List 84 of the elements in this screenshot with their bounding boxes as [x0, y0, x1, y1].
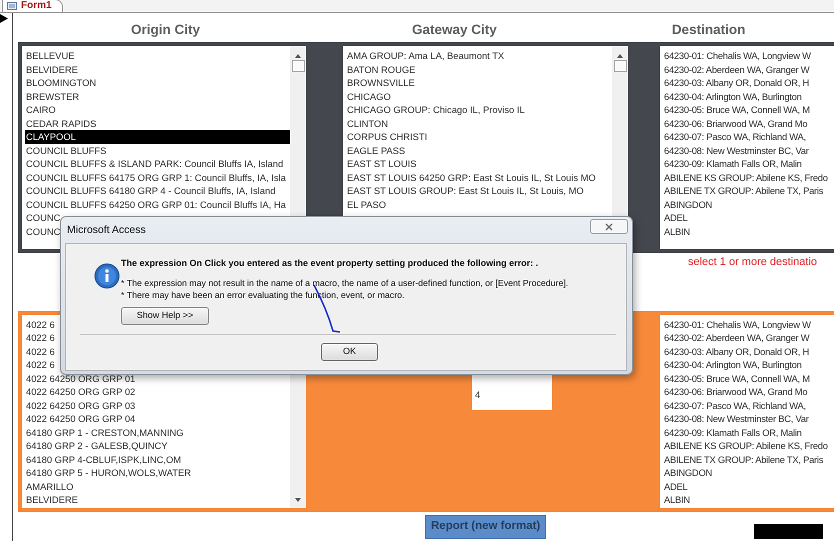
list-item[interactable]: 64230-05: Bruce WA, Connell WA, M — [663, 372, 834, 385]
dark-panel — [754, 524, 824, 538]
list-item[interactable]: BLOOMINGTON — [25, 76, 290, 90]
list-item[interactable]: 64230-09: Klamath Falls OR, Malin — [663, 157, 834, 170]
list-item[interactable]: 64230-07: Pasco WA, Richland WA, — [663, 398, 834, 412]
form-tab[interactable]: Form1 — [2, 0, 63, 12]
list-item[interactable]: CORPUS CHRISTI — [346, 130, 612, 144]
list-item[interactable]: ABILENE KS GROUP: Abilene KS, Fredo — [663, 170, 834, 184]
ok-button[interactable]: OK — [321, 343, 378, 361]
form-icon — [7, 2, 17, 10]
list-item[interactable]: 64230-06: Briarwood WA, Grand Mo — [663, 116, 834, 130]
list-item[interactable]: 4022 64250 ORG GRP 02 — [25, 385, 290, 398]
scroll-down-icon — [295, 498, 301, 502]
list-item[interactable]: CHICAGO — [346, 90, 612, 103]
list-item[interactable]: 64180 GRP 5 - HURON,WOLS,WATER — [25, 466, 290, 480]
list-item[interactable]: 64230-01: Chehalis WA, Longview W — [663, 318, 834, 331]
list-item[interactable]: EL PASO — [346, 198, 612, 211]
list-item[interactable]: ABINGDON — [663, 466, 834, 480]
list-item[interactable]: 64230-08: New Westminster BC, Var — [663, 412, 834, 426]
list-item[interactable]: ADEL — [663, 480, 834, 493]
list-item[interactable]: COUNCIL BLUFFS — [25, 144, 290, 157]
list-item[interactable]: AMA GROUP: Ama LA, Beaumont TX — [346, 49, 612, 62]
scroll-up-icon — [295, 54, 301, 58]
list-item[interactable]: 64230-05: Bruce WA, Connell WA, M — [663, 103, 834, 116]
error-message: The expression On Click you entered as the event property setting produced the following error: . — [121, 257, 538, 270]
list-item[interactable]: ADEL — [663, 211, 834, 224]
list-item[interactable]: 64230-04: Arlington WA, Burlington — [663, 358, 834, 372]
list-item[interactable]: BROWNSVILLE — [346, 76, 612, 90]
dialog-title: Microsoft Access — [67, 223, 146, 238]
list-item[interactable]: ABILENE TX GROUP: Abilene TX, Paris — [663, 452, 834, 466]
scrollbar-thumb[interactable] — [614, 60, 626, 72]
number-text: 4 — [475, 388, 482, 402]
list-item[interactable]: COUNCIL BLUFFS 64180 GRP 4 - Council Bluffs, IA, Island — [25, 184, 290, 198]
record-selector-icon — [0, 14, 8, 23]
info-icon — [94, 263, 120, 289]
list-item[interactable]: COUNCIL BLUFFS 64250 ORG GRP 01: Council Bluffs IA, Ha — [25, 198, 290, 211]
list-item[interactable]: 64180 GRP 4-CBLUF,ISPK,LINC,OM — [25, 452, 290, 466]
show-help-button[interactable]: Show Help >> — [121, 307, 209, 325]
list-item[interactable]: EAGLE PASS — [346, 144, 612, 157]
list-item[interactable]: 64230-02: Aberdeen WA, Granger W — [663, 331, 834, 344]
list-item[interactable]: 4022 64250 ORG GRP 04 — [25, 412, 290, 426]
list-item[interactable]: COUNCIL BLUFFS 64175 ORG GRP 1: Council Bluffs, IA, Isla — [25, 170, 290, 184]
list-item[interactable]: 64230-04: Arlington WA, Burlington — [663, 90, 834, 103]
list-item[interactable]: 64230-03: Albany OR, Donald OR, H — [663, 76, 834, 90]
scrollbar-thumb[interactable] — [292, 60, 304, 72]
list-item[interactable]: ALBIN — [663, 493, 834, 506]
list-item[interactable]: CEDAR RAPIDS — [25, 116, 290, 130]
list-item[interactable]: ALBIN — [663, 224, 834, 238]
scroll-up-icon — [617, 54, 623, 58]
list-item[interactable]: BELLEVUE — [25, 49, 290, 62]
list-item[interactable]: 64230-03: Albany OR, Donald OR, H — [663, 344, 834, 358]
list-item[interactable]: BELVIDERE — [25, 493, 290, 506]
close-button[interactable] — [590, 219, 628, 234]
list-item[interactable]: CLINTON — [346, 116, 612, 130]
list-item[interactable]: 64230-01: Chehalis WA, Longview W — [663, 49, 834, 62]
list-item[interactable]: CHICAGO GROUP: Chicago IL, Proviso IL — [346, 103, 612, 116]
list-item[interactable]: CAIRO — [25, 103, 290, 116]
list-item[interactable]: 64230-07: Pasco WA, Richland WA, — [663, 130, 834, 144]
list-item[interactable]: CLAYPOOL — [25, 130, 290, 144]
list-item[interactable]: BREWSTER — [25, 90, 290, 103]
list-item[interactable]: ABINGDON — [663, 198, 834, 211]
list-item[interactable]: 64230-02: Aberdeen WA, Granger W — [663, 62, 834, 76]
list-item[interactable]: 4022 64250 ORG GRP 03 — [25, 398, 290, 412]
hint-text: select 1 or more destinatio — [688, 255, 818, 270]
list-item[interactable]: COUNCIL BLUFFS & ISLAND PARK: Council Bluffs IA, Island — [25, 157, 290, 170]
list-item[interactable]: 64230-08: New Westminster BC, Var — [663, 144, 834, 157]
list-item[interactable]: 64230-09: Klamath Falls OR, Malin — [663, 426, 834, 439]
list-item[interactable]: ABILENE TX GROUP: Abilene TX, Paris — [663, 184, 834, 198]
column-header: Origin City — [131, 20, 200, 39]
list-item[interactable]: ABILENE KS GROUP: Abilene KS, Fredo — [663, 439, 834, 452]
list-item[interactable]: 64180 GRP 1 - CRESTON,MANNING — [25, 426, 290, 439]
list-item[interactable]: EAST ST LOUIS GROUP: East St Louis IL, St Louis, MO — [346, 184, 612, 198]
list-item[interactable]: 4022 64250 ORG GRP 01 — [25, 372, 290, 385]
error-detail: * The expression may not result in the name of a macro, the name of a user-defined function, or [Event Procedure]. — [121, 277, 568, 290]
list-item[interactable]: EAST ST LOUIS 64250 GRP: East St Louis IL, St Louis MO — [346, 170, 612, 184]
list-item[interactable]: 64180 GRP 2 - GALESB,QUINCY — [25, 439, 290, 452]
close-icon — [605, 222, 613, 230]
column-header: Destination — [672, 20, 746, 39]
column-header: Gateway City — [412, 20, 497, 39]
list-item[interactable]: AMARILLO — [25, 480, 290, 493]
list-item[interactable]: BELVIDERE — [25, 62, 290, 76]
list-item[interactable]: BATON ROUGE — [346, 62, 612, 76]
list-item[interactable]: EAST ST LOUIS — [346, 157, 612, 170]
list-item[interactable]: 64230-06: Briarwood WA, Grand Mo — [663, 385, 834, 398]
